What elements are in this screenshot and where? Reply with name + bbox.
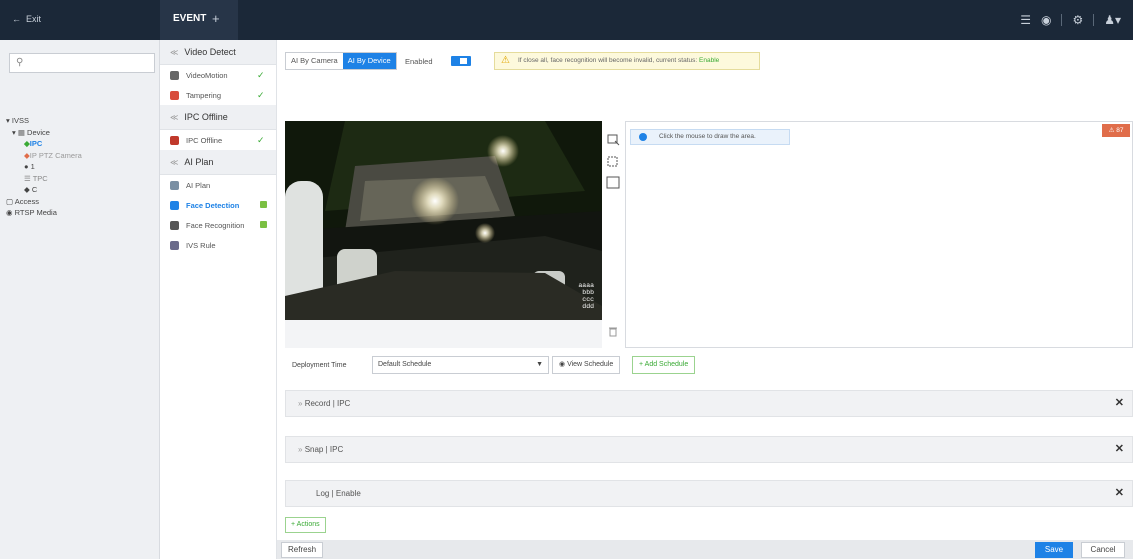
close-icon[interactable]: ✕: [1115, 437, 1124, 462]
section-video-detect[interactable]: ≪ Video Detect: [160, 40, 276, 65]
min-size-icon[interactable]: [607, 156, 618, 167]
menu-item-ipc-offline[interactable]: IPC Offline ✓: [160, 130, 276, 150]
tampering-icon: [170, 90, 179, 100]
add-tab-button[interactable]: +: [212, 11, 220, 26]
tree-item-ipc[interactable]: ◆IPC: [6, 138, 82, 150]
check-icon: ✓: [257, 89, 265, 100]
check-icon: ✓: [257, 134, 265, 145]
status-icon: [260, 201, 267, 208]
refresh-button[interactable]: Refresh: [281, 542, 324, 558]
osd-line: ddd: [582, 303, 594, 310]
eye-icon: ◉: [559, 361, 566, 368]
info-icon: [639, 133, 647, 141]
save-button[interactable]: Save: [1035, 542, 1073, 558]
menu-item-tampering[interactable]: Tampering ✓: [160, 85, 276, 105]
device-tree-panel: ⚲ ▾ IVSS ▾ ▦ Device ◆IPC ◆IP PTZ Camera …: [0, 40, 160, 559]
tab-ai-by-camera[interactable]: AI By Camera: [286, 53, 343, 69]
tree-item-c[interactable]: ◆ C: [6, 184, 82, 196]
view-schedule-button[interactable]: ◉ View Schedule: [552, 356, 621, 374]
top-right-tools: ☰ ◉ ⚙ ♟▾: [1020, 13, 1121, 27]
osd-line: aaaa: [578, 282, 594, 289]
face-recognition-icon: [170, 220, 179, 230]
globe-icon[interactable]: ◉: [1041, 13, 1051, 27]
offline-icon: [170, 135, 179, 145]
tab-ai-by-device[interactable]: AI By Device: [342, 53, 396, 69]
chevron-down-icon: ≪: [170, 112, 179, 122]
menu-item-video-motion[interactable]: VideoMotion ✓: [160, 65, 276, 85]
chevron-down-icon: ≪: [170, 157, 179, 167]
osd-line: bbb: [582, 289, 594, 296]
enabled-toggle[interactable]: [451, 56, 471, 66]
tree-item-ptz[interactable]: ◆IP PTZ Camera: [6, 150, 82, 162]
top-bar: ← Exit EVENT + ☰ ◉ ⚙ ♟▾: [0, 0, 1133, 40]
search-input[interactable]: ⚲: [9, 53, 155, 73]
record-section[interactable]: » Record | IPC ✕: [285, 390, 1133, 417]
log-section[interactable]: Log | Enable ✕: [285, 480, 1133, 507]
snap-section[interactable]: » Snap | IPC ✕: [285, 436, 1133, 463]
main-panel: AI By Camera AI By Device Enabled ⚠ If cl…: [277, 40, 1133, 559]
enabled-label: Enabled: [405, 57, 433, 66]
video-preview[interactable]: aaaa bbb ccc ddd: [285, 121, 602, 320]
max-size-icon[interactable]: [606, 176, 620, 189]
motion-icon: [170, 70, 179, 80]
draw-tools: [602, 121, 624, 348]
trash-icon[interactable]: [609, 327, 617, 337]
deployment-time-label: Deployment Time: [292, 362, 347, 369]
ai-plan-icon: [170, 180, 179, 190]
camera-image: aaaa bbb ccc ddd: [285, 121, 602, 320]
check-icon: ✓: [257, 69, 265, 80]
alarm-badge: ⚠ 87: [1102, 124, 1130, 137]
tree-item-tpc[interactable]: ☰ TPC: [6, 173, 82, 185]
tree-item-access[interactable]: ▢ Access: [6, 196, 82, 208]
search-icon: ⚲: [16, 57, 24, 68]
face-detection-icon: [170, 200, 179, 210]
cancel-button[interactable]: Cancel: [1081, 542, 1125, 558]
chevron-down-icon: ≪: [170, 47, 179, 57]
menu-item-ivs-rule[interactable]: IVS Rule: [160, 235, 276, 255]
arrow-left-icon: ←: [12, 14, 21, 24]
tree-item-rtsp[interactable]: ◉ RTSP Media: [6, 207, 82, 219]
tree-item-ivss[interactable]: ▾ IVSS: [6, 115, 82, 127]
chevron-down-icon: ▼: [536, 361, 543, 368]
warning-banner: ⚠ If close all, face recognition will bec…: [494, 52, 760, 70]
close-icon[interactable]: ✕: [1115, 391, 1124, 416]
globe-icon: ◉: [6, 208, 13, 217]
status-icon: [260, 221, 267, 228]
video-toolbar: [285, 320, 602, 348]
footer-bar: Refresh Save Cancel: [277, 540, 1133, 559]
list-icon: ☰: [24, 173, 31, 183]
close-icon[interactable]: ✕: [1115, 481, 1124, 506]
menu-item-ai-plan[interactable]: AI Plan: [160, 175, 276, 195]
menu-item-face-recognition[interactable]: Face Recognition: [160, 215, 276, 235]
tree-item-device[interactable]: ▾ ▦ Device: [6, 127, 82, 139]
tree-item-1[interactable]: ● 1: [6, 161, 82, 173]
camera-icon: ●: [24, 162, 29, 171]
warning-icon: ⚠: [501, 55, 510, 66]
user-icon[interactable]: ♟▾: [1104, 13, 1121, 27]
event-menu: ≪ Video Detect VideoMotion ✓ Tampering ✓ ≪ I…: [160, 40, 277, 559]
door-icon: ▢: [6, 196, 14, 206]
draw-area[interactable]: Click the mouse to draw the area. ⚠ 87: [625, 121, 1133, 348]
ivs-rule-icon: [170, 240, 179, 250]
draw-rect-icon[interactable]: [607, 134, 620, 146]
menu-item-face-detection[interactable]: Face Detection: [160, 195, 276, 215]
add-schedule-button[interactable]: + Add Schedule: [632, 356, 696, 374]
ai-mode-tabs: AI By Camera AI By Device: [285, 52, 397, 70]
add-actions-button[interactable]: + Actions: [285, 517, 326, 533]
section-ipc-offline[interactable]: ≪ IPC Offline: [160, 105, 276, 130]
camera-icon: ◆: [24, 185, 30, 194]
tab-event[interactable]: EVENT +: [160, 0, 238, 40]
osd-line: ccc: [582, 296, 594, 303]
gear-icon[interactable]: ⚙: [1072, 13, 1083, 27]
section-ai-plan[interactable]: ≪ AI Plan: [160, 150, 276, 175]
device-tree: ▾ IVSS ▾ ▦ Device ◆IPC ◆IP PTZ Camera ● …: [6, 115, 82, 219]
draw-tip: Click the mouse to draw the area.: [630, 129, 790, 145]
schedule-select[interactable]: Default Schedule ▼: [372, 356, 549, 374]
exit-button[interactable]: ← Exit: [12, 14, 41, 24]
list-icon[interactable]: ☰: [1020, 13, 1031, 27]
